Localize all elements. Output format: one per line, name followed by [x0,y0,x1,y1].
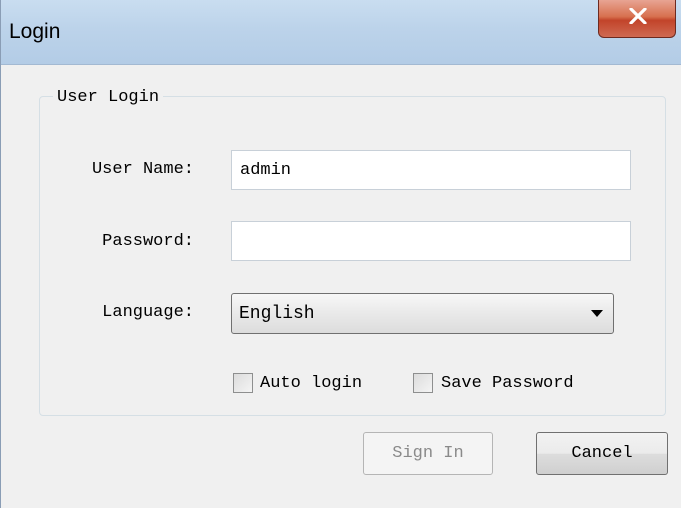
cancel-button[interactable]: Cancel [536,432,668,475]
close-icon [629,8,647,24]
auto-login-checkbox[interactable] [233,373,253,393]
password-label: Password: [102,232,194,251]
group-label: User Login [53,88,164,107]
language-selected-value: English [239,304,315,324]
chevron-down-icon [591,310,603,317]
language-label: Language: [102,303,194,322]
language-select[interactable]: English [231,293,614,334]
password-field[interactable] [231,221,631,261]
username-label: User Name: [91,160,194,179]
dialog-client-area: User Login User Name: Password: Language… [1,65,681,508]
save-password-checkbox[interactable] [413,373,433,393]
save-password-label[interactable]: Save Password [441,374,574,393]
window-title: Login [9,20,61,43]
auto-login-label[interactable]: Auto login [260,374,362,393]
close-button[interactable] [598,0,676,38]
username-field[interactable] [231,150,631,190]
title-bar[interactable]: Login [1,0,681,65]
login-dialog: Login User Login User Name: Password: La… [0,0,681,508]
sign-in-button[interactable]: Sign In [363,432,493,475]
